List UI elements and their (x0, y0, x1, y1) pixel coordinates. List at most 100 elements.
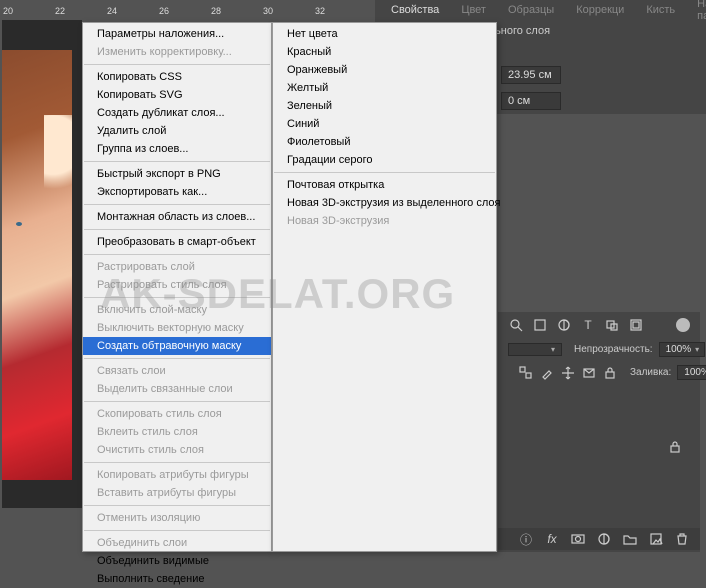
menu-item[interactable]: Фиолетовый (273, 133, 496, 151)
filter-smart-icon[interactable] (628, 318, 644, 332)
ruler-mark: 30 (263, 6, 273, 16)
menu-item[interactable]: Нет цвета (273, 25, 496, 43)
link-layers-icon[interactable]: ⓘ (518, 532, 534, 546)
delete-layer-icon[interactable] (674, 532, 690, 546)
menu-item[interactable]: Экспортировать как... (83, 183, 271, 201)
menu-item-label: Фиолетовый (287, 136, 350, 148)
canvas-area[interactable] (2, 20, 82, 508)
menu-item[interactable]: Группа из слоев... (83, 140, 271, 158)
menu-item-label: Нет цвета (287, 28, 338, 40)
menu-item[interactable]: Градации серого (273, 151, 496, 169)
menu-item-label: Зеленый (287, 100, 332, 112)
menu-item-label: Включить слой-маску (97, 304, 207, 316)
layers-filter-bar: T (498, 312, 700, 338)
menu-item-label: Объединить слои (97, 537, 187, 549)
fill-label: Заливка: (630, 367, 671, 378)
layer-mask-icon[interactable] (570, 532, 586, 546)
layers-panel: T ▾ Непрозрачность: 100%▾ (498, 312, 700, 552)
menu-separator (84, 505, 270, 506)
filter-shape-icon[interactable] (604, 318, 620, 332)
width-value[interactable]: 23.95 см (501, 66, 561, 84)
tab-brush[interactable]: Кисть (640, 1, 681, 19)
menu-item[interactable]: Удалить слой (83, 122, 271, 140)
blend-mode-select[interactable]: ▾ (508, 343, 562, 356)
horizontal-ruler: 20 22 24 26 28 30 32 (0, 4, 370, 20)
menu-item[interactable]: Копировать SVG (83, 86, 271, 104)
lock-artboard-icon[interactable] (581, 366, 597, 380)
menu-separator (84, 462, 270, 463)
menu-item-label: Красный (287, 46, 331, 58)
lock-transparent-icon[interactable] (518, 366, 534, 380)
menu-item[interactable]: Почтовая открытка (273, 176, 496, 194)
menu-item-label: Создать обтравочную маску (97, 340, 241, 352)
menu-item: Вставить атрибуты фигуры (83, 484, 271, 502)
lock-all-icon[interactable] (602, 366, 618, 380)
menu-item: Объединить слои (83, 534, 271, 552)
menu-item[interactable]: Быстрый экспорт в PNG (83, 165, 271, 183)
menu-item[interactable]: Создать обтравочную маску (83, 337, 271, 355)
new-layer-icon[interactable] (648, 532, 664, 546)
menu-item-label: Параметры наложения... (97, 28, 224, 40)
menu-item-label: Новая 3D-экструзия (287, 215, 389, 227)
layer-submenu: Нет цвета Красный Оранжевый Желтый Зеленый Си… (272, 22, 497, 552)
menu-item-label: Копировать SVG (97, 89, 183, 101)
menu-item[interactable]: Создать дубликат слоя... (83, 104, 271, 122)
height-value[interactable]: 0 см (501, 92, 561, 110)
menu-item-label: Скопировать стиль слоя (97, 408, 222, 420)
ruler-mark: 20 (3, 6, 13, 16)
layers-footer: ⓘ fx (498, 528, 700, 550)
fill-select[interactable]: 100%▾ (677, 365, 706, 380)
menu-item-label: Желтый (287, 82, 328, 94)
menu-item: Новая 3D-экструзия (273, 212, 496, 230)
menu-item-label: Копировать CSS (97, 71, 182, 83)
menu-item-label: Изменить корректировку... (97, 46, 232, 58)
menu-item-label: Растрировать стиль слоя (97, 279, 227, 291)
menu-item-label: Выполнить сведение (97, 573, 205, 585)
menu-item[interactable]: Желтый (273, 79, 496, 97)
filter-type-icon[interactable]: T (580, 318, 596, 332)
menu-item-label: Монтажная область из слоев... (97, 211, 255, 223)
menu-item-label: Экспортировать как... (97, 186, 207, 198)
filter-pixel-icon[interactable] (532, 318, 548, 332)
layer-lock-icon[interactable] (668, 440, 682, 457)
filter-toggle[interactable] (676, 318, 690, 332)
filter-adjust-icon[interactable] (556, 318, 572, 332)
menu-item[interactable]: Синий (273, 115, 496, 133)
adjustment-layer-icon[interactable] (596, 532, 612, 546)
menu-item[interactable]: Зеленый (273, 97, 496, 115)
layer-fx-icon[interactable]: fx (544, 532, 560, 546)
menu-item[interactable]: Монтажная область из слоев... (83, 208, 271, 226)
menu-separator (84, 229, 270, 230)
opacity-label: Непрозрачность: (574, 344, 653, 355)
menu-item-label: Растрировать слой (97, 261, 195, 273)
menu-item: Копировать атрибуты фигуры (83, 466, 271, 484)
lock-paint-icon[interactable] (539, 366, 555, 380)
menu-item[interactable]: Копировать CSS (83, 68, 271, 86)
menu-item: Растрировать стиль слоя (83, 276, 271, 294)
menu-item[interactable]: Оранжевый (273, 61, 496, 79)
menu-item-label: Новая 3D-экструзия из выделенного слоя (287, 197, 500, 209)
menu-item[interactable]: Новая 3D-экструзия из выделенного слоя (273, 194, 496, 212)
menu-item: Отменить изоляцию (83, 509, 271, 527)
lock-position-icon[interactable] (560, 366, 576, 380)
menu-item[interactable]: Преобразовать в смарт-объект (83, 233, 271, 251)
menu-item-label: Выключить векторную маску (97, 322, 244, 334)
search-icon[interactable] (508, 318, 524, 332)
menu-item-label: Почтовая открытка (287, 179, 384, 191)
menu-separator (84, 297, 270, 298)
tab-properties[interactable]: Свойства (385, 1, 445, 19)
tab-adjustments[interactable]: Коррекци (570, 1, 630, 19)
menu-item-label: Выделить связанные слои (97, 383, 233, 395)
tab-color[interactable]: Цвет (455, 1, 492, 19)
menu-item-label: Быстрый экспорт в PNG (97, 168, 221, 180)
menu-item[interactable]: Красный (273, 43, 496, 61)
new-group-icon[interactable] (622, 532, 638, 546)
menu-item[interactable]: Выполнить сведение (83, 570, 271, 588)
menu-item[interactable]: Параметры наложения... (83, 25, 271, 43)
menu-item-label: Создать дубликат слоя... (97, 107, 225, 119)
opacity-select[interactable]: 100%▾ (659, 342, 705, 357)
tab-swatches[interactable]: Образцы (502, 1, 560, 19)
menu-item-label: Оранжевый (287, 64, 347, 76)
menu-separator (84, 64, 270, 65)
menu-item: Скопировать стиль слоя (83, 405, 271, 423)
